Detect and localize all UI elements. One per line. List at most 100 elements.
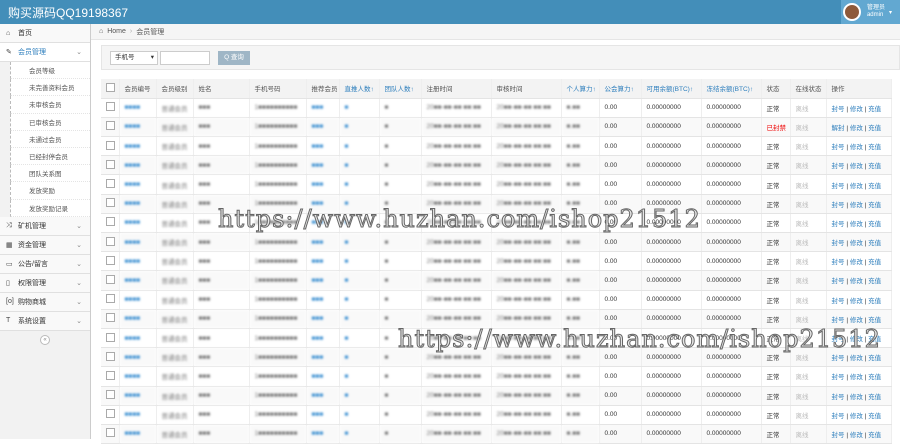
search-field-select[interactable]: 手机号 — [110, 50, 158, 65]
recharge-link[interactable]: 充值 — [868, 317, 881, 324]
ban-link[interactable]: 封号 — [832, 259, 845, 266]
member-id[interactable]: ■■■■ — [119, 155, 157, 176]
referrer[interactable]: ■■■ — [306, 194, 340, 214]
ban-link[interactable]: 封号 — [832, 183, 845, 190]
row-checkbox[interactable] — [101, 98, 120, 118]
recharge-link[interactable]: 充值 — [868, 106, 881, 113]
brand-logo[interactable]: 购买源码QQ19198367 — [0, 4, 128, 21]
row-checkbox[interactable] — [101, 174, 120, 195]
ban-link[interactable]: 封号 — [832, 202, 845, 209]
row-checkbox[interactable] — [101, 117, 120, 138]
column-header[interactable]: 团队人数↑ — [379, 79, 422, 99]
edit-link[interactable]: 修改 — [850, 125, 863, 132]
edit-link[interactable]: 修改 — [850, 413, 863, 420]
row-checkbox[interactable] — [101, 232, 120, 253]
search-input[interactable] — [160, 50, 210, 65]
sidebar-item[interactable]: ▦ 资金管理 ⌄ — [0, 235, 90, 255]
member-id[interactable]: ■■■■ — [119, 347, 157, 368]
row-checkbox[interactable] — [101, 213, 120, 234]
member-id[interactable]: ■■■■ — [119, 270, 157, 291]
recharge-link[interactable]: 充值 — [868, 413, 881, 420]
member-id[interactable]: ■■■■ — [119, 136, 157, 157]
ban-link[interactable]: 封号 — [832, 221, 845, 228]
row-checkbox[interactable] — [101, 347, 120, 368]
sidebar-subitem[interactable]: 未通过会员 — [10, 130, 90, 148]
edit-link[interactable]: 修改 — [850, 221, 863, 228]
recharge-link[interactable]: 充值 — [868, 298, 881, 305]
edit-link[interactable]: 修改 — [850, 240, 863, 247]
referrer[interactable]: ■■■ — [306, 174, 340, 195]
ban-link[interactable]: 封号 — [832, 374, 845, 381]
edit-link[interactable]: 修改 — [850, 394, 863, 401]
row-checkbox[interactable] — [101, 136, 120, 157]
collapse-sidebar-button[interactable]: « — [40, 334, 50, 345]
row-checkbox[interactable] — [101, 328, 120, 349]
sidebar-subitem[interactable]: 团队关系图 — [10, 165, 90, 183]
sidebar-item[interactable]: ▯ 权限管理 ⌄ — [0, 273, 90, 293]
sidebar-item[interactable]: T 系统设置 ⌄ — [0, 311, 90, 331]
edit-link[interactable]: 修改 — [850, 278, 863, 285]
edit-link[interactable]: 修改 — [850, 374, 863, 381]
referrer[interactable]: ■■■ — [306, 366, 340, 387]
sidebar-subitem[interactable]: 发放奖励 — [10, 182, 90, 200]
ban-link[interactable]: 封号 — [832, 413, 845, 420]
ban-link[interactable]: 封号 — [832, 336, 845, 343]
member-id[interactable]: ■■■■ — [119, 328, 157, 349]
referrer[interactable]: ■■■ — [306, 98, 340, 118]
member-id[interactable]: ■■■■ — [119, 174, 157, 195]
ban-link[interactable]: 封号 — [832, 355, 845, 362]
row-checkbox[interactable] — [101, 290, 120, 310]
recharge-link[interactable]: 充值 — [868, 125, 881, 132]
member-id[interactable]: ■■■■ — [119, 98, 157, 118]
recharge-link[interactable]: 充值 — [868, 202, 881, 209]
row-checkbox[interactable] — [101, 366, 120, 387]
referrer[interactable]: ■■■ — [306, 117, 340, 138]
sidebar-item[interactable]: ✎ 会员管理 ⌄ — [0, 43, 90, 62]
edit-link[interactable]: 修改 — [850, 183, 863, 190]
sidebar-subitem[interactable]: 未完善资料会员 — [10, 79, 90, 97]
ban-link[interactable]: 封号 — [832, 106, 845, 113]
referrer[interactable]: ■■■ — [306, 405, 340, 425]
recharge-link[interactable]: 充值 — [868, 432, 881, 439]
ban-link[interactable]: 解封 — [832, 125, 845, 132]
sidebar-subitem[interactable]: 已经封停会员 — [10, 147, 90, 166]
recharge-link[interactable]: 充值 — [868, 336, 881, 343]
row-checkbox[interactable] — [101, 270, 120, 291]
row-checkbox[interactable] — [101, 155, 120, 176]
search-button[interactable]: Q 查询 — [218, 50, 250, 65]
member-id[interactable]: ■■■■ — [119, 405, 157, 425]
edit-link[interactable]: 修改 — [850, 336, 863, 343]
referrer[interactable]: ■■■ — [306, 136, 340, 157]
row-checkbox[interactable] — [101, 405, 120, 425]
ban-link[interactable]: 封号 — [832, 317, 845, 324]
recharge-link[interactable]: 充值 — [868, 144, 881, 151]
ban-link[interactable]: 封号 — [832, 298, 845, 305]
sidebar-subitem[interactable]: 已审核会员 — [10, 113, 90, 131]
row-checkbox[interactable] — [101, 194, 120, 214]
breadcrumb-home[interactable]: Home — [107, 28, 126, 35]
member-id[interactable]: ■■■■ — [119, 213, 157, 234]
recharge-link[interactable]: 充值 — [868, 183, 881, 190]
referrer[interactable]: ■■■ — [306, 424, 340, 444]
row-checkbox[interactable] — [101, 309, 120, 329]
edit-link[interactable]: 修改 — [850, 317, 863, 324]
sidebar-item[interactable]: ⤨ 矿机管理 ⌄ — [0, 216, 90, 236]
sidebar-item[interactable]: ⌂ 首页 — [0, 24, 90, 43]
edit-link[interactable]: 修改 — [850, 259, 863, 266]
ban-link[interactable]: 封号 — [832, 278, 845, 285]
recharge-link[interactable]: 充值 — [868, 221, 881, 228]
select-all-checkbox[interactable] — [101, 79, 120, 99]
sidebar-item[interactable]: [o] 购物商城 ⌄ — [0, 292, 90, 312]
row-checkbox[interactable] — [101, 386, 120, 406]
sidebar-item[interactable]: ▭ 公告/留言 ⌄ — [0, 254, 90, 274]
recharge-link[interactable]: 充值 — [868, 355, 881, 362]
member-id[interactable]: ■■■■ — [119, 232, 157, 253]
member-id[interactable]: ■■■■ — [119, 424, 157, 444]
referrer[interactable]: ■■■ — [306, 290, 340, 310]
row-checkbox[interactable] — [101, 251, 120, 272]
member-id[interactable]: ■■■■ — [119, 366, 157, 387]
edit-link[interactable]: 修改 — [850, 432, 863, 439]
row-checkbox[interactable] — [101, 424, 120, 444]
referrer[interactable]: ■■■ — [306, 251, 340, 272]
sidebar-subitem[interactable]: 未审核会员 — [10, 96, 90, 114]
